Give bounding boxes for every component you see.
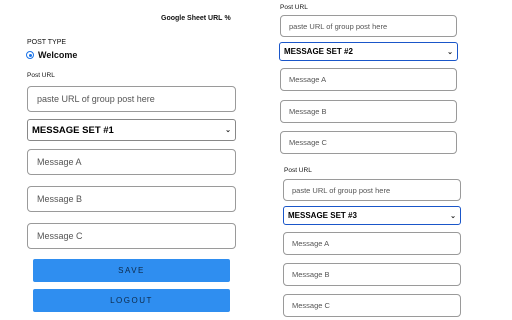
message-a-input[interactable]: Message A	[27, 149, 236, 175]
radio-label: Welcome	[38, 50, 78, 60]
post-url-input[interactable]: paste URL of group post here	[27, 86, 236, 112]
message-set-select[interactable]: MESSAGE SET #3 ⌄	[283, 206, 461, 225]
post-type-radio-welcome[interactable]: Welcome	[26, 50, 77, 60]
message-b-input[interactable]: Message B	[280, 100, 457, 123]
message-a-input[interactable]: Message A	[283, 232, 461, 255]
post-url-label: Post URL	[280, 4, 308, 11]
post-url-label: Post URL	[27, 72, 55, 79]
message-a-input[interactable]: Message A	[280, 68, 457, 91]
message-set-select[interactable]: MESSAGE SET #2 ⌄	[279, 42, 458, 61]
post-url-label: Post URL	[284, 167, 312, 174]
message-set-value: MESSAGE SET #1	[32, 124, 114, 136]
chevron-down-icon: ⌄	[447, 48, 453, 56]
radio-selected-icon[interactable]	[26, 51, 34, 59]
logout-button[interactable]: LOGOUT	[33, 289, 230, 312]
post-type-label: POST TYPE	[27, 39, 67, 46]
message-c-input[interactable]: Message C	[283, 294, 461, 317]
post-url-input[interactable]: paste URL of group post here	[283, 179, 461, 201]
message-set-value: MESSAGE SET #3	[288, 211, 357, 220]
message-b-input[interactable]: Message B	[27, 186, 236, 212]
message-b-input[interactable]: Message B	[283, 263, 461, 286]
message-set-value: MESSAGE SET #2	[284, 47, 353, 56]
message-set-select[interactable]: MESSAGE SET #1 ⌄	[27, 119, 236, 141]
chevron-down-icon: ⌄	[225, 127, 231, 134]
message-c-input[interactable]: Message C	[280, 131, 457, 154]
sheet-link-label: Google Sheet URL	[161, 15, 223, 22]
chevron-down-icon: ⌄	[450, 212, 456, 220]
message-c-input[interactable]: Message C	[27, 223, 236, 249]
link-icon: %	[224, 15, 231, 22]
save-button[interactable]: SAVE	[33, 259, 230, 282]
google-sheet-url-link[interactable]: Google Sheet URL%	[161, 15, 231, 22]
post-url-input[interactable]: paste URL of group post here	[280, 15, 457, 37]
